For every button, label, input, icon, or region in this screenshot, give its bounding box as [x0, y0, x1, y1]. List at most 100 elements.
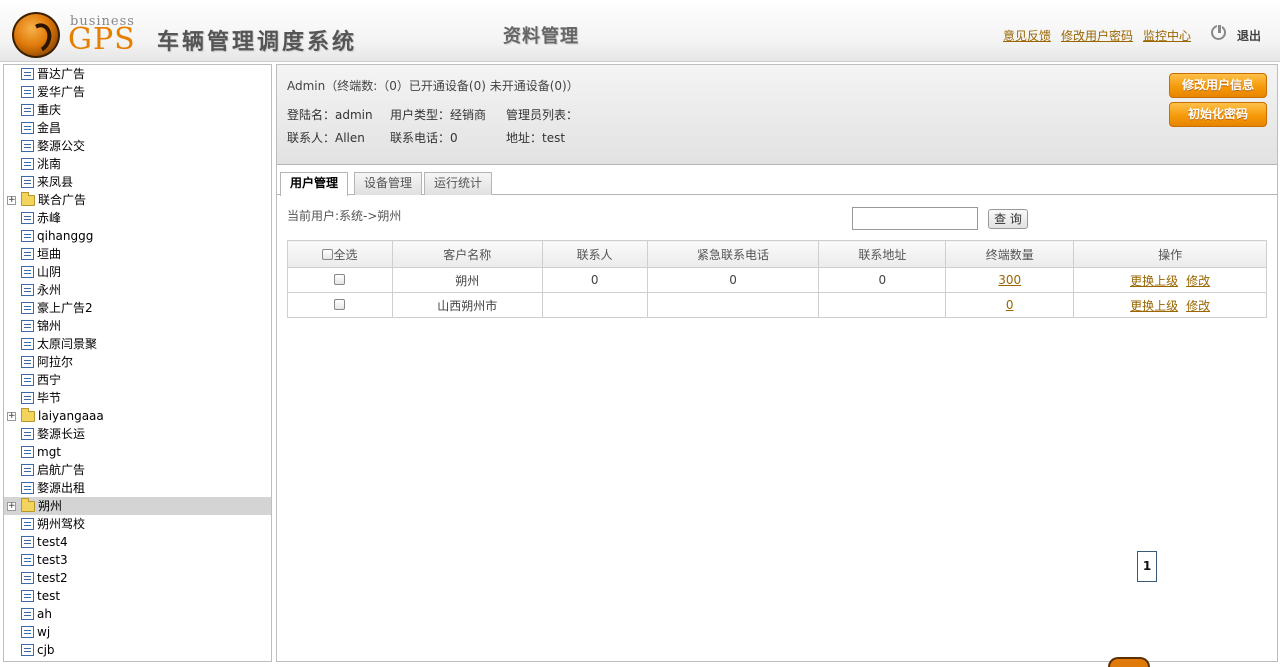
address: 地址：test: [506, 131, 566, 145]
tree-item[interactable]: 重庆: [4, 101, 271, 119]
tree-item[interactable]: 婺源长运: [4, 425, 271, 443]
tree-item[interactable]: + laiyangaaa: [4, 407, 271, 425]
device-summary: Admin（终端数:（0）已开通设备(0) 未开通设备(0)）: [287, 79, 579, 93]
tree-item[interactable]: 垣曲: [4, 245, 271, 263]
tree-item[interactable]: 晋达广告: [4, 65, 271, 83]
table-row: 朔州 0 0 0 300 更换上级 修改: [287, 267, 1267, 293]
tab-run-statistics[interactable]: 运行统计: [424, 172, 493, 195]
tree-item[interactable]: ah: [4, 605, 271, 623]
tree-item[interactable]: 洮南: [4, 155, 271, 173]
expand-icon[interactable]: +: [7, 196, 16, 205]
tree-item[interactable]: wj: [4, 623, 271, 641]
tree-item[interactable]: 山阴: [4, 263, 271, 281]
tree-item[interactable]: 来凤县: [4, 173, 271, 191]
document-icon: [21, 392, 34, 404]
tree-item[interactable]: 永州: [4, 281, 271, 299]
tree-item-label: qihanggg: [37, 229, 94, 243]
tree-item[interactable]: test3: [4, 551, 271, 569]
document-icon: [21, 464, 34, 476]
tree-item[interactable]: + 朔州: [4, 497, 271, 515]
tree-item[interactable]: 婺源出租: [4, 479, 271, 497]
tree-item-label: 西宁: [37, 373, 62, 387]
tree-item[interactable]: 豪上广告2: [4, 299, 271, 317]
tree-item[interactable]: 朔州驾校: [4, 515, 271, 533]
tree-item-label: 毕节: [37, 391, 62, 405]
tree-item-label: 晋达广告: [37, 67, 86, 81]
document-icon: [21, 68, 34, 80]
tree-item[interactable]: qihanggg: [4, 227, 271, 245]
tree-item-label: mgt: [37, 445, 62, 459]
tree-item-label: test: [37, 589, 61, 603]
monitor-center-link[interactable]: 监控中心: [1143, 27, 1191, 44]
tree-item-label: 豪上广告2: [37, 301, 93, 315]
document-icon: [21, 248, 34, 260]
document-icon: [21, 590, 34, 602]
tree-item-label: 爱华广告: [37, 85, 86, 99]
tree-item[interactable]: test: [4, 587, 271, 605]
edit-link[interactable]: 修改: [1186, 274, 1210, 288]
tree-item[interactable]: 锦州: [4, 317, 271, 335]
folder-icon: [21, 498, 35, 512]
tab-device-management[interactable]: 设备管理: [354, 172, 423, 195]
tree-item[interactable]: mgt: [4, 443, 271, 461]
tree-item[interactable]: 赤峰: [4, 209, 271, 227]
document-icon: [21, 302, 34, 314]
user-type: 用户类型：经销商: [390, 108, 487, 122]
tree-item[interactable]: 毕节: [4, 389, 271, 407]
document-icon: [21, 266, 34, 278]
tree-item[interactable]: 太原闫景聚: [4, 335, 271, 353]
terminal-count-cell: 300: [945, 267, 1075, 293]
terminal-count-link[interactable]: 0: [1006, 298, 1014, 312]
tree-item[interactable]: 阿拉尔: [4, 353, 271, 371]
tree-item-label: 重庆: [37, 103, 62, 117]
tree-item[interactable]: 爱华广告: [4, 83, 271, 101]
search-input[interactable]: [852, 207, 978, 230]
tree-item-label: laiyangaaa: [38, 409, 104, 423]
tree-item-label: 婺源出租: [37, 481, 86, 495]
tree-item-label: 朔州: [38, 499, 63, 513]
select-all-checkbox[interactable]: [322, 248, 334, 260]
tree-item[interactable]: test2: [4, 569, 271, 587]
reset-password-button[interactable]: 初始化密码: [1169, 102, 1267, 127]
search-button[interactable]: 查 询: [988, 209, 1028, 229]
customer-tree[interactable]: 晋达广告爱华广告重庆金昌 婺源公交 洮南 来凤县 + 联合广告赤峰 qihanggg 垣曲 山阴…: [3, 64, 272, 662]
document-icon: [21, 122, 34, 134]
col-emergency-phone: 紧急联系电话: [646, 240, 820, 268]
breadcrumb: 当前用户:系统->朔州: [287, 209, 402, 223]
feedback-link[interactable]: 意见反馈: [1003, 27, 1051, 44]
document-icon: [21, 428, 34, 440]
row-checkbox[interactable]: [334, 274, 346, 285]
change-parent-link[interactable]: 更换上级: [1130, 274, 1178, 288]
logout-button[interactable]: 退出: [1237, 27, 1261, 44]
contact-cell: [541, 292, 648, 318]
operations-cell: 更换上级 修改: [1073, 267, 1267, 293]
tree-item[interactable]: cjb: [4, 641, 271, 659]
tree-item-label: 联合广告: [38, 193, 87, 207]
tree-item[interactable]: test4: [4, 533, 271, 551]
change-parent-link[interactable]: 更换上级: [1130, 299, 1178, 313]
change-password-link[interactable]: 修改用户密码: [1061, 27, 1133, 44]
edit-user-info-button[interactable]: 修改用户信息: [1169, 73, 1267, 98]
row-checkbox[interactable]: [334, 299, 346, 310]
tab-user-management[interactable]: 用户管理: [280, 172, 349, 196]
tree-item[interactable]: 金昌: [4, 119, 271, 137]
expand-icon[interactable]: +: [7, 412, 16, 421]
document-icon: [21, 554, 34, 566]
document-icon: [21, 374, 34, 386]
tree-item-label: ah: [37, 607, 52, 621]
tree-item-label: 永州: [37, 283, 62, 297]
select-all-header[interactable]: 全选: [287, 240, 393, 268]
expand-icon[interactable]: +: [7, 502, 16, 511]
tree-item[interactable]: 启航广告: [4, 461, 271, 479]
terminal-count-link[interactable]: 300: [998, 273, 1021, 287]
operations-cell: 更换上级 修改: [1073, 292, 1267, 318]
row-select-cell: [287, 267, 393, 293]
edit-link[interactable]: 修改: [1186, 299, 1210, 313]
tree-item[interactable]: + 联合广告: [4, 191, 271, 209]
login-name: 登陆名：admin: [287, 108, 373, 122]
customer-name-cell: 朔州: [391, 267, 543, 293]
power-icon[interactable]: [1211, 24, 1226, 40]
tree-item[interactable]: 婺源公交: [4, 137, 271, 155]
pager-page-1[interactable]: 1: [1137, 551, 1157, 582]
tree-item[interactable]: 西宁: [4, 371, 271, 389]
